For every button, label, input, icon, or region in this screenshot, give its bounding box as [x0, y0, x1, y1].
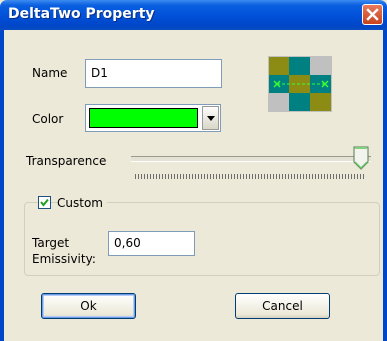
cancel-button[interactable]: Cancel [235, 293, 330, 319]
window-title: DeltaTwo Property [8, 6, 155, 22]
color-dropdown[interactable] [85, 104, 221, 132]
transparence-slider-track[interactable] [131, 156, 371, 162]
custom-label[interactable]: Custom [57, 196, 107, 210]
title-bar[interactable]: DeltaTwo Property [0, 0, 387, 30]
window-frame-left [0, 30, 4, 341]
slider-thumb[interactable] [353, 146, 369, 170]
target-label: Target [32, 236, 70, 250]
close-icon [366, 8, 379, 21]
texture-preview-icon [268, 56, 332, 112]
check-icon [40, 198, 49, 207]
emissivity-label: Emissivity: [32, 252, 96, 266]
color-dropdown-button[interactable] [202, 106, 219, 130]
transparence-label: Transparence [26, 154, 107, 168]
color-label: Color [32, 112, 64, 126]
property-dialog: DeltaTwo Property Name D1 Color Transpar… [0, 0, 387, 341]
chevron-down-icon [207, 116, 215, 121]
slider-ticks [135, 174, 365, 179]
custom-checkbox[interactable] [38, 196, 51, 209]
name-label: Name [32, 66, 68, 80]
window-frame-right [383, 30, 387, 341]
close-button[interactable] [362, 4, 383, 25]
ok-button[interactable]: Ok [41, 293, 136, 319]
color-swatch [89, 108, 198, 128]
emissivity-input[interactable]: 0,60 [108, 231, 195, 256]
name-input[interactable]: D1 [85, 59, 222, 88]
